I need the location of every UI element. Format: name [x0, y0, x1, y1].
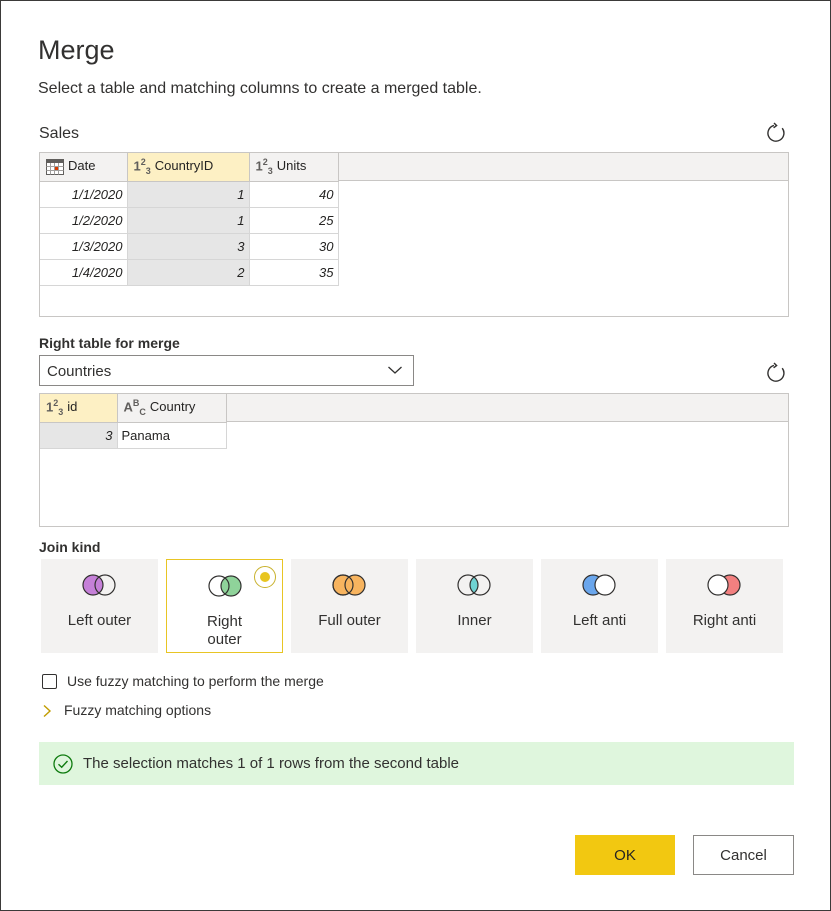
- cell-units: 35: [249, 259, 339, 286]
- fuzzy-matching-checkbox[interactable]: [42, 674, 57, 689]
- join-option-inner[interactable]: Inner: [416, 559, 533, 653]
- cell-id: 3: [40, 422, 118, 449]
- fuzzy-matching-checkbox-label[interactable]: Use fuzzy matching to perform the merge: [67, 673, 324, 689]
- dialog-title: Merge: [38, 35, 115, 65]
- join-option-label: Right anti: [692, 612, 757, 629]
- number-type-icon: 123: [133, 157, 151, 177]
- refresh-second-table-icon[interactable]: [765, 362, 787, 384]
- number-type-icon: 123: [46, 398, 64, 418]
- left-outer-venn-icon: [82, 574, 116, 596]
- column-header-label: Date: [68, 158, 96, 174]
- cell-units: 30: [249, 233, 339, 260]
- cell-country: Panama: [117, 422, 227, 449]
- inner-venn-icon: [457, 574, 491, 596]
- right-anti-venn-icon: [707, 574, 741, 596]
- right-table-select-value: Countries: [47, 363, 112, 380]
- left-anti-venn-icon: [582, 574, 616, 596]
- calendar-icon: [46, 159, 64, 176]
- column-header-country[interactable]: ABC Country: [117, 394, 227, 423]
- join-option-label: Left outer: [67, 612, 132, 629]
- cell-countryid: 3: [127, 233, 250, 260]
- join-option-label: Right outer: [206, 613, 243, 648]
- join-option-right-outer[interactable]: Right outer: [166, 559, 283, 653]
- join-option-right-anti[interactable]: Right anti: [666, 559, 783, 653]
- join-option-full-outer[interactable]: Full outer: [291, 559, 408, 653]
- column-header-date[interactable]: Date: [40, 153, 128, 182]
- join-option-label: Left anti: [572, 612, 627, 629]
- column-header-id[interactable]: 123 id: [40, 394, 118, 423]
- cell-units: 40: [249, 181, 339, 208]
- match-status-message: The selection matches 1 of 1 rows from t…: [83, 755, 460, 772]
- column-header-label: id: [67, 399, 78, 415]
- cell-date: 1/4/2020: [40, 259, 128, 286]
- table-row: 1/4/2020 2 35: [40, 259, 339, 286]
- first-table-name: Sales: [39, 125, 80, 142]
- cancel-button[interactable]: Cancel: [693, 835, 794, 875]
- chevron-down-icon: [388, 366, 402, 374]
- join-option-label: Inner: [457, 612, 492, 629]
- check-circle-icon: [53, 754, 73, 774]
- join-option-left-anti[interactable]: Left anti: [541, 559, 658, 653]
- table-row: 3 Panama: [40, 422, 227, 449]
- cell-countryid: 1: [127, 181, 250, 208]
- number-type-icon: 123: [255, 157, 273, 177]
- second-table-preview: 123 id ABC Country 3 Panama: [39, 393, 789, 527]
- right-table-label: Right table for merge: [39, 335, 180, 351]
- column-header-label: Units: [276, 158, 307, 174]
- join-kind-label: Join kind: [39, 539, 101, 555]
- first-table-grid: Date 123 CountryID 123 Units 1/1/2020 1 40: [40, 153, 339, 286]
- selected-radio-icon: [254, 566, 276, 588]
- column-header-units[interactable]: 123 Units: [249, 153, 339, 182]
- join-option-label: Full outer: [318, 612, 381, 629]
- merge-dialog: Merge Select a table and matching column…: [0, 0, 831, 911]
- join-option-left-outer[interactable]: Left outer: [41, 559, 158, 653]
- table-row: 1/2/2020 1 25: [40, 207, 339, 234]
- cell-units: 25: [249, 207, 339, 234]
- ok-button[interactable]: OK: [575, 835, 675, 875]
- column-header-countryid[interactable]: 123 CountryID: [127, 153, 250, 182]
- cell-countryid: 1: [127, 207, 250, 234]
- fuzzy-matching-options-label: Fuzzy matching options: [64, 702, 212, 718]
- chevron-right-icon: [43, 704, 52, 718]
- table-row: 1/3/2020 3 30: [40, 233, 339, 260]
- column-header-label: CountryID: [154, 158, 214, 174]
- dialog-subtitle: Select a table and matching columns to c…: [38, 80, 482, 97]
- full-outer-venn-icon: [332, 574, 366, 596]
- cell-date: 1/1/2020: [40, 181, 128, 208]
- match-status-bar: The selection matches 1 of 1 rows from t…: [39, 742, 794, 785]
- text-type-icon: ABC: [123, 398, 146, 418]
- cell-countryid: 2: [127, 259, 250, 286]
- refresh-first-table-icon[interactable]: [765, 122, 787, 144]
- cell-date: 1/3/2020: [40, 233, 128, 260]
- right-outer-venn-icon: [208, 575, 242, 597]
- first-table-preview: Date 123 CountryID 123 Units 1/1/2020 1 40: [39, 152, 789, 317]
- second-table-grid: 123 id ABC Country 3 Panama: [40, 394, 227, 449]
- table-row: 1/1/2020 1 40: [40, 181, 339, 208]
- column-header-label: Country: [149, 399, 196, 415]
- right-table-select[interactable]: Countries: [39, 355, 414, 386]
- cell-date: 1/2/2020: [40, 207, 128, 234]
